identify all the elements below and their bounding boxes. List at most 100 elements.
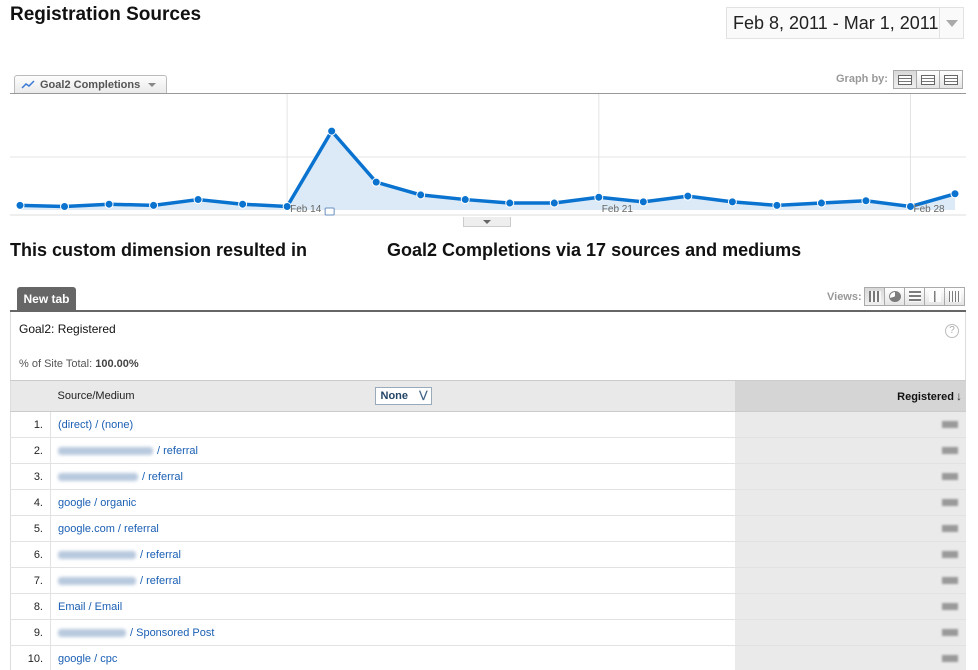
data-point [594, 192, 604, 202]
graph-by-month-button[interactable] [939, 70, 963, 89]
help-icon[interactable]: ? [945, 324, 959, 338]
table-view-button[interactable] [864, 287, 885, 306]
source-medium-text: / referral [140, 548, 181, 561]
table-row[interactable]: 10. google / cpc [10, 645, 966, 670]
data-point [15, 200, 25, 210]
goal-name: Goal2: Registered [19, 322, 116, 336]
site-total-value: 100.00% [95, 358, 139, 370]
data-point [549, 198, 559, 208]
source-medium-link[interactable]: / Sponsored Post [50, 619, 735, 646]
week-view-icon [921, 74, 935, 85]
table-header-row: Source/Medium None ⋁ Registered ↓ [10, 380, 966, 412]
page-title: Registration Sources [10, 4, 202, 25]
date-range-picker[interactable]: Feb 8, 2011 - Mar 1, 2011 [726, 7, 964, 39]
source-medium-text: / referral [157, 444, 198, 457]
source-medium-header[interactable]: Source/Medium None ⋁ [50, 380, 735, 412]
data-point [861, 196, 871, 206]
data-point [193, 195, 203, 205]
metric-selector-label: Goal2 Completions [40, 79, 141, 91]
source-medium-link[interactable]: / referral [50, 463, 735, 490]
source-medium-link[interactable]: (direct) / (none) [50, 411, 735, 438]
source-medium-link[interactable]: / referral [50, 437, 735, 464]
tab-new-tab[interactable]: New tab [17, 287, 76, 310]
graph-by-label: Graph by: [836, 73, 888, 85]
comparison-view-icon [928, 291, 941, 302]
registered-value [735, 619, 966, 646]
row-number: 3. [10, 463, 51, 490]
row-number: 6. [10, 541, 51, 568]
table-row[interactable]: 1. (direct) / (none) [10, 411, 966, 438]
registered-value [735, 515, 966, 542]
day-view-icon [898, 74, 912, 85]
data-point [505, 198, 515, 208]
pie-view-icon [888, 291, 901, 302]
source-medium-link[interactable]: google.com / referral [50, 515, 735, 542]
registered-value [735, 567, 966, 594]
chart-collapse-handle[interactable] [463, 217, 511, 227]
data-point [683, 191, 693, 201]
data-point [460, 195, 470, 205]
line-chart-icon [21, 80, 35, 89]
pivot-view-button[interactable] [944, 287, 965, 306]
registered-header-label: Registered [897, 391, 954, 403]
comparison-view-button[interactable] [924, 287, 945, 306]
registered-value [735, 489, 966, 516]
site-total: % of Site Total: 100.00% [19, 358, 139, 370]
data-point [950, 189, 960, 199]
pie-view-button[interactable] [884, 287, 905, 306]
source-medium-text: Email / Email [58, 600, 123, 613]
table-row[interactable]: 2. / referral [10, 437, 966, 464]
chevron-down-icon [483, 219, 491, 224]
report-table: Source/Medium None ⋁ Registered ↓ 1. (dire… [10, 380, 966, 670]
data-point [327, 126, 337, 136]
secondary-dimension-select[interactable]: None ⋁ [374, 387, 432, 405]
source-medium-text: / referral [140, 574, 181, 587]
source-medium-link[interactable]: / referral [50, 541, 735, 568]
redacted-value [942, 421, 958, 429]
table-row[interactable]: 4. google / organic [10, 489, 966, 516]
metric-selector-tab[interactable]: Goal2 Completions [14, 75, 167, 94]
table-row[interactable]: 8. Email / Email [10, 593, 966, 620]
source-medium-header-label: Source/Medium [57, 390, 135, 402]
performance-view-button[interactable] [904, 287, 925, 306]
redacted-domain [58, 472, 138, 481]
table-row[interactable]: 5. google.com / referral [10, 515, 966, 542]
report-summary-panel: Goal2: Registered ? % of Site Total: 100… [10, 312, 966, 380]
source-medium-text: google / cpc [58, 652, 118, 665]
source-medium-text: (direct) / (none) [58, 418, 134, 431]
redacted-domain [58, 446, 153, 455]
secondary-dimension-value: None [380, 390, 409, 402]
graph-by-day-button[interactable] [893, 70, 917, 89]
month-view-icon [944, 74, 958, 85]
source-medium-link[interactable]: google / organic [50, 489, 735, 516]
table-row[interactable]: 9. / Sponsored Post [10, 619, 966, 646]
registered-value [735, 645, 966, 670]
date-range-dropdown[interactable] [939, 8, 963, 38]
source-medium-link[interactable]: google / cpc [50, 645, 735, 670]
sort-desc-icon: ↓ [956, 389, 962, 403]
redacted-domain [58, 628, 126, 637]
redacted-value [942, 629, 958, 637]
table-row[interactable]: 7. / referral [10, 567, 966, 594]
graph-by-week-button[interactable] [916, 70, 940, 89]
table-row[interactable]: 6. / referral [10, 541, 966, 568]
table-row[interactable]: 3. / referral [10, 463, 966, 490]
redacted-value [942, 447, 958, 455]
chevron-down-icon [945, 19, 958, 27]
source-medium-link[interactable]: Email / Email [50, 593, 735, 620]
registered-header[interactable]: Registered ↓ [735, 380, 966, 412]
data-point [238, 199, 248, 209]
row-number: 8. [10, 593, 51, 620]
redacted-domain [58, 576, 136, 585]
source-medium-link[interactable]: / referral [50, 567, 735, 594]
data-point [727, 197, 737, 207]
x-tick-label: Feb 14 [290, 204, 322, 215]
row-number-header [10, 380, 51, 412]
redacted-value [942, 473, 958, 481]
data-point [104, 199, 114, 209]
redacted-value [942, 603, 958, 611]
row-number: 5. [10, 515, 51, 542]
row-number: 7. [10, 567, 51, 594]
date-range-text: Feb 8, 2011 - Mar 1, 2011 [733, 12, 939, 33]
views-label: Views: [827, 291, 862, 303]
